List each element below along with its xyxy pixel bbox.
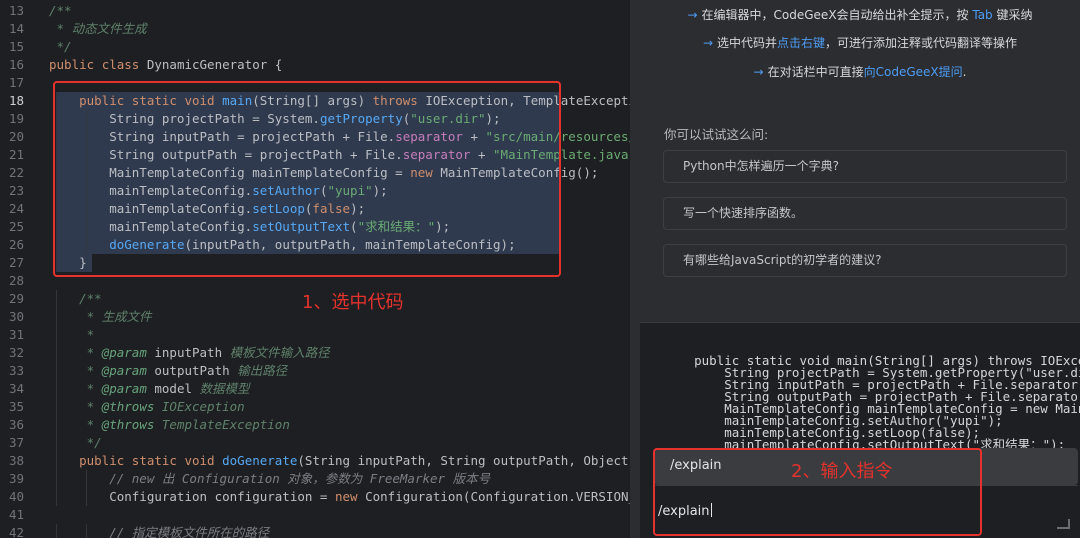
selection-highlight-box xyxy=(53,81,561,277)
line-number: 26 xyxy=(8,237,24,252)
suggested-question[interactable]: 有哪些给JavaScript的初学者的建议? xyxy=(663,244,1067,277)
try-asking-title: 你可以试试这么问: xyxy=(664,127,769,142)
code-text: // 指定模板文件所在的路径 xyxy=(49,525,270,538)
code-line[interactable]: 35 * @throws IOException xyxy=(0,398,630,416)
line-number: 37 xyxy=(8,435,24,450)
code-line[interactable]: 37 */ xyxy=(0,434,630,452)
code-text: public class DynamicGenerator { xyxy=(49,57,283,72)
tip-highlight: Tab xyxy=(972,8,993,22)
annotation-select-code: 1、选中代码 xyxy=(302,292,404,313)
tip-item: → 在对话栏中可直接向CodeGeeX提问. xyxy=(753,65,967,79)
line-number: 25 xyxy=(8,219,24,234)
code-text: Configuration configuration = new Config… xyxy=(49,489,630,504)
code-text: * 生成文件 xyxy=(49,309,152,324)
code-text: * @param outputPath 输出路径 xyxy=(49,363,288,378)
code-line[interactable]: 14 * 动态文件生成 xyxy=(0,20,630,38)
code-line[interactable]: 40 Configuration configuration = new Con… xyxy=(0,488,630,506)
code-text: /** xyxy=(49,291,102,306)
line-number: 17 xyxy=(8,75,24,90)
line-number: 36 xyxy=(8,417,24,432)
code-line[interactable]: 39 // new 出 Configuration 对象，参数为 FreeMar… xyxy=(0,470,630,488)
code-line[interactable]: 42 // 指定模板文件所在的路径 xyxy=(0,524,630,538)
code-line[interactable]: 36 * @throws TemplateException xyxy=(0,416,630,434)
line-number: 19 xyxy=(8,111,24,126)
code-text: * 动态文件生成 xyxy=(49,21,147,36)
code-text: * @throws IOException xyxy=(49,399,245,414)
tip-item: → 选中代码并点击右键，可进行添加注释或代码翻译等操作 xyxy=(702,36,1018,50)
code-line[interactable]: 32 * @param inputPath 模板文件输入路径 xyxy=(0,344,630,362)
code-line[interactable]: 15 */ xyxy=(0,38,630,56)
code-line[interactable]: 13 /** xyxy=(0,2,630,20)
enter-icon[interactable] xyxy=(1057,519,1070,529)
codegeex-chat-panel: → 在编辑器中，CodeGeeX会自动给出补全提示，按 Tab 键采纳 → 选中代码并… xyxy=(640,0,1080,538)
line-number: 39 xyxy=(8,471,24,486)
line-number: 15 xyxy=(8,39,24,54)
annotation-input-command: 2、输入指令 xyxy=(791,461,893,482)
code-text: // new 出 Configuration 对象，参数为 FreeMarker… xyxy=(49,471,491,486)
arrow-icon: → xyxy=(753,65,764,79)
line-number: 38 xyxy=(8,453,24,468)
suggested-question[interactable]: Python中怎样遍历一个字典? xyxy=(663,150,1067,183)
line-number: 33 xyxy=(8,363,24,378)
code-editor[interactable]: 13/** 14 * 动态文件生成 15 */16 public class Dyna… xyxy=(0,0,630,538)
code-line[interactable]: 41 xyxy=(0,506,630,524)
line-number: 35 xyxy=(8,399,24,414)
code-text: * xyxy=(49,327,95,342)
line-number: 28 xyxy=(8,273,24,288)
line-number: 40 xyxy=(8,489,24,504)
line-number: 31 xyxy=(8,327,24,342)
code-line[interactable]: 16 public class DynamicGenerator { xyxy=(0,56,630,74)
line-number: 34 xyxy=(8,381,24,396)
line-number: 24 xyxy=(8,201,24,216)
code-line[interactable]: 38 public static void doGenerate(String … xyxy=(0,452,630,470)
line-number: 20 xyxy=(8,129,24,144)
line-number: 27 xyxy=(8,255,24,270)
line-number: 14 xyxy=(8,21,24,36)
line-number: 22 xyxy=(8,165,24,180)
tip-highlight: 点击右键 xyxy=(777,36,826,50)
tip-item: → 在编辑器中，CodeGeeX会自动给出补全提示，按 Tab 键采纳 xyxy=(687,8,1033,22)
line-number: 18 xyxy=(8,93,24,108)
line-number: 13 xyxy=(8,3,24,18)
line-number: 16 xyxy=(8,57,24,72)
code-text: */ xyxy=(49,39,72,54)
tip-highlight: 向CodeGeeX提问 xyxy=(863,65,963,79)
code-text: * @param model 数据模型 xyxy=(49,381,250,396)
code-text: * @param inputPath 模板文件输入路径 xyxy=(49,345,330,360)
line-number: 23 xyxy=(8,183,24,198)
arrow-icon: → xyxy=(702,36,713,50)
suggested-question[interactable]: 写一个快速排序函数。 xyxy=(663,197,1067,230)
code-line[interactable]: 33 * @param outputPath 输出路径 xyxy=(0,362,630,380)
code-line[interactable]: 34 * @param model 数据模型 xyxy=(0,380,630,398)
code-text: public static void doGenerate(String inp… xyxy=(49,453,629,468)
line-number: 21 xyxy=(8,147,24,162)
line-number: 32 xyxy=(8,345,24,360)
line-number: 30 xyxy=(8,309,24,324)
code-text: * @throws TemplateException xyxy=(49,417,290,432)
code-text: */ xyxy=(49,435,102,450)
panel-divider[interactable] xyxy=(630,0,640,538)
arrow-icon: → xyxy=(687,8,698,22)
line-number: 42 xyxy=(8,525,24,538)
line-number: 41 xyxy=(8,507,24,522)
code-line[interactable]: 31 * xyxy=(0,326,630,344)
selected-code-preview: public static void main(String[] args) t… xyxy=(654,343,1080,453)
line-number: 29 xyxy=(8,291,24,306)
code-text: /** xyxy=(49,3,72,18)
